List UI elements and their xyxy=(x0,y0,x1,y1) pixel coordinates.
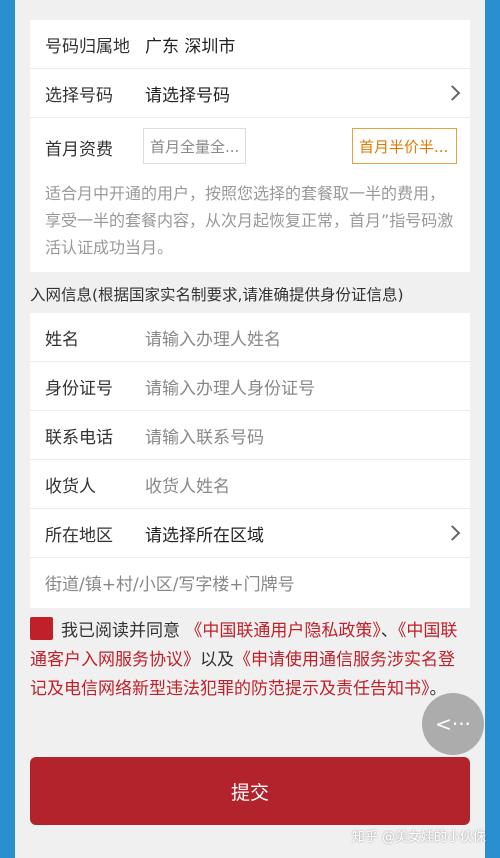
region-row: 号码归属地 广东 深圳市 xyxy=(30,20,470,69)
phone-input[interactable]: 请输入联系号码 xyxy=(145,423,264,448)
privacy-policy-link[interactable]: 《中国联通用户隐私政策》 xyxy=(185,621,381,641)
select-number-row[interactable]: 选择号码 请选择号码 xyxy=(30,69,470,118)
name-input[interactable]: 请输入办理人姓名 xyxy=(145,325,281,350)
receiver-input[interactable]: 收货人姓名 xyxy=(145,472,230,497)
agree-prefix: 我已阅读并同意 xyxy=(61,621,180,641)
receiver-label: 收货人 xyxy=(45,476,96,497)
area-label: 所在地区 xyxy=(45,525,113,546)
id-input[interactable]: 请输入办理人身份证号 xyxy=(145,374,315,399)
back-float-button[interactable]: <··· xyxy=(422,693,484,755)
area-select[interactable]: 请选择所在区域 xyxy=(145,521,264,546)
phone-row: 联系电话 请输入联系号码 xyxy=(30,411,470,460)
region-value: 广东 深圳市 xyxy=(145,36,236,57)
agree-sep2: 以及 xyxy=(200,650,234,670)
area-row[interactable]: 所在地区 请选择所在区域 xyxy=(30,509,470,558)
fee-description: 适合月中开通的用户，按照您选择的套餐取一半的费用，享受一半的套餐内容，从次月起恢… xyxy=(45,184,454,257)
id-label: 身份证号 xyxy=(45,378,113,399)
select-number-value[interactable]: 请选择号码 xyxy=(145,81,230,106)
chevron-right-icon xyxy=(444,85,461,101)
agree-checkbox[interactable] xyxy=(30,617,53,640)
fee-label: 首月资费 xyxy=(45,139,113,160)
phone-label: 联系电话 xyxy=(45,427,113,448)
receiver-row: 收货人 收货人姓名 xyxy=(30,460,470,509)
fee-row: 首月资费 首月全量全... 首月半价半... xyxy=(30,118,470,176)
agree-sep1: 、 xyxy=(380,621,398,641)
form-card: 姓名 请输入办理人姓名 身份证号 请输入办理人身份证号 联系电话 请输入联系号码… xyxy=(30,313,470,608)
fee-option-half[interactable]: 首月半价半... xyxy=(352,128,457,164)
name-label: 姓名 xyxy=(45,329,79,350)
watermark: 知乎 @美女娃的小伙侏 xyxy=(351,830,486,845)
address-input[interactable]: 街道/镇+村/小区/写字楼+门牌号 xyxy=(45,570,295,595)
select-number-label: 选择号码 xyxy=(45,85,113,106)
region-label: 号码归属地 xyxy=(45,36,130,57)
address-row: 街道/镇+村/小区/写字楼+门牌号 xyxy=(30,558,470,607)
agreement: 我已阅读并同意 《中国联通用户隐私政策》、《中国联通客户入网服务协议》以及《申请… xyxy=(30,617,470,704)
id-row: 身份证号 请输入办理人身份证号 xyxy=(30,362,470,411)
back-arrow-icon: <··· xyxy=(435,712,471,736)
name-row: 姓名 请输入办理人姓名 xyxy=(30,313,470,362)
plan-card: 号码归属地 广东 深圳市 选择号码 请选择号码 首月资费 首月全量全... 首月… xyxy=(30,20,470,272)
submit-button[interactable]: 提交 xyxy=(30,757,470,825)
fee-option-full[interactable]: 首月全量全... xyxy=(143,128,246,164)
section-title: 入网信息(根据国家实名制要求,请准确提供身份证信息) xyxy=(30,286,404,304)
chevron-right-icon xyxy=(444,525,461,541)
